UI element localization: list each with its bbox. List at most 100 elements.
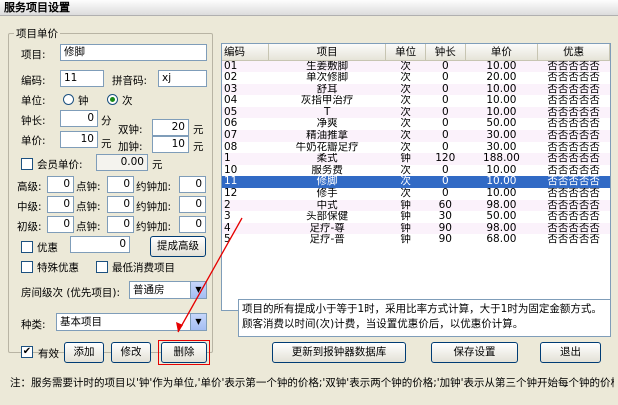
valid-checkbox[interactable]: ✔	[21, 346, 33, 358]
mid-point-input[interactable]: 0	[107, 196, 134, 213]
save-settings-button[interactable]: 保存设置	[431, 342, 518, 363]
table-cell: 10.00	[486, 188, 517, 200]
extra-input[interactable]: 10	[152, 136, 189, 153]
unit-label: 单位:	[21, 95, 46, 107]
table-row[interactable]: 01 生姜敷脚次 0 10.00 否否否否否	[222, 60, 610, 73]
mid-point-label: 点钟:	[76, 201, 101, 213]
item-table[interactable]: 编码 项目 单位 钟长 单价 优惠 01 生姜敷脚次 0 10.00 否否否否否 02 单次…	[221, 43, 611, 311]
table-cell: 服务费	[311, 164, 343, 176]
junior-input[interactable]: 0	[47, 216, 74, 233]
table-cell: 30.00	[486, 141, 517, 153]
column-header[interactable]: 单位	[385, 44, 426, 61]
table-row[interactable]: 5 足疗-普钟 90 68.00 否否否否否	[222, 234, 610, 246]
item-name-input[interactable]: 修脚	[60, 44, 207, 61]
junior-point-input[interactable]: 0	[107, 216, 134, 233]
table-cell: 否否否否否	[547, 211, 600, 223]
table-cell: 03	[222, 83, 269, 96]
discount-checkbox[interactable]	[21, 241, 33, 253]
table-cell: 20.00	[486, 72, 517, 84]
table-cell: 12	[224, 188, 238, 200]
price-input[interactable]: 10	[60, 131, 98, 148]
table-row[interactable]: 05 T 次 0 10.00 否否否否否	[222, 106, 610, 119]
table-cell: 否否否否否	[547, 118, 600, 130]
table-row[interactable]: 07 精油推拿次 0 30.00 否否否否否	[222, 130, 610, 142]
column-header[interactable]: 编码	[222, 44, 270, 61]
usage-note: 注：服务需要计时的项目以'钟'作为单位,'单价'表示第一个钟的价格;'双钟'表示…	[10, 377, 614, 389]
table-row[interactable]: 2 中式钟 60 98.00 否否否否否	[222, 199, 610, 212]
table-cell: 90	[425, 222, 466, 235]
table-row[interactable]: 02 单次修脚 次 0 20.00 否否否否否	[222, 72, 610, 84]
special-discount-checkbox[interactable]	[21, 261, 33, 273]
double-unit: 元	[193, 124, 204, 136]
duration-input[interactable]: 0	[60, 110, 98, 127]
code-label: 编码:	[21, 75, 46, 87]
table-cell: 0	[441, 164, 449, 176]
min-consume-checkbox[interactable]	[96, 261, 108, 273]
member-price-checkbox[interactable]	[21, 158, 33, 170]
mid-appoint-input[interactable]: 0	[179, 196, 206, 213]
pinyin-input[interactable]: xj	[158, 70, 207, 87]
table-cell: 否否否否否	[547, 141, 600, 153]
modify-button[interactable]: 修改	[111, 342, 151, 363]
senior-appoint-label: 约钟加:	[136, 181, 172, 193]
table-row[interactable]: 11 修脚次 0 10.00 否否否否否	[222, 176, 610, 189]
table-row[interactable]: 06 净爽 次 0 50.00 否否否否否	[222, 118, 610, 130]
exit-button[interactable]: 退出	[540, 342, 601, 363]
table-cell: 01	[222, 60, 269, 73]
table-cell: 10.00	[486, 164, 517, 176]
room-level-label: 房间级次 (优先项目):	[21, 287, 121, 299]
special-discount-label: 特殊优惠	[37, 262, 79, 274]
table-cell: 次	[385, 106, 426, 119]
table-cell: 牛奶花瓣足疗	[295, 141, 359, 153]
table-cell: 否否否否否	[537, 106, 610, 119]
mid-input[interactable]: 0	[47, 196, 74, 213]
double-input[interactable]: 20	[152, 119, 189, 136]
unit-time-radio[interactable]	[107, 94, 118, 105]
discount-input[interactable]: 0	[70, 236, 130, 253]
extra-unit: 元	[193, 141, 204, 153]
table-cell: 否否否否否	[537, 153, 610, 165]
table-cell: 钟	[385, 199, 426, 212]
table-cell: 60	[425, 199, 466, 212]
table-cell: 次	[400, 72, 411, 84]
table-cell: 单次修脚	[306, 72, 349, 84]
table-cell: 05	[222, 106, 269, 119]
table-cell: 钟	[400, 234, 411, 246]
senior-appoint-input[interactable]: 0	[179, 176, 206, 193]
unit-clock-label: 钟	[78, 95, 89, 107]
table-cell: 90	[438, 234, 452, 246]
column-header[interactable]: 单价	[465, 44, 539, 61]
add-button[interactable]: 添加	[64, 342, 104, 363]
senior-input[interactable]: 0	[47, 176, 74, 193]
table-cell: 98.00	[465, 199, 538, 212]
update-device-db-button[interactable]: 更新到报钟器数据库	[272, 342, 406, 363]
table-header-row: 编码 项目 单位 钟长 单价 优惠	[222, 44, 610, 61]
table-cell: 修脚	[268, 176, 386, 189]
table-cell: 07	[222, 130, 269, 142]
code-input[interactable]: 11	[60, 70, 104, 87]
table-cell: 生姜敷脚	[268, 60, 386, 73]
table-row[interactable]: 10 服务费 次 0 10.00 否否否否否	[222, 165, 610, 177]
table-row[interactable]: 4 足疗-尊钟 90 98.00 否否否否否	[222, 222, 610, 235]
column-header[interactable]: 项目	[268, 44, 387, 61]
table-row[interactable]: 1 柔式钟 120 188.00 否否否否否	[222, 153, 610, 165]
column-header[interactable]: 优惠	[537, 44, 610, 61]
table-row[interactable]: 3 头部保健钟 30 50.00 否否否否否	[222, 211, 610, 223]
table-row[interactable]: 12 修手 次 0 10.00 否否否否否	[222, 188, 610, 200]
table-cell: 02	[224, 72, 238, 84]
unit-clock-radio[interactable]	[63, 94, 74, 105]
discount-label: 优惠	[37, 242, 58, 254]
senior-point-input[interactable]: 0	[107, 176, 134, 193]
table-cell: 0	[425, 83, 466, 96]
table-row[interactable]: 03 舒耳次 0 10.00 否否否否否	[222, 83, 610, 96]
table-cell: 精油推拿	[268, 130, 386, 142]
double-label: 双钟:	[118, 124, 143, 136]
table-row[interactable]: 04 灰指甲治疗 次 0 10.00 否否否否否	[222, 95, 610, 107]
column-header[interactable]: 钟长	[425, 44, 466, 61]
table-cell: 次	[400, 188, 411, 200]
table-cell: 0	[425, 130, 466, 142]
table-cell: 0	[441, 72, 449, 84]
member-price-input[interactable]: 0.00	[96, 154, 148, 171]
table-cell: 次	[385, 130, 426, 142]
table-row[interactable]: 08 牛奶花瓣足疗 次 0 30.00 否否否否否	[222, 142, 610, 154]
